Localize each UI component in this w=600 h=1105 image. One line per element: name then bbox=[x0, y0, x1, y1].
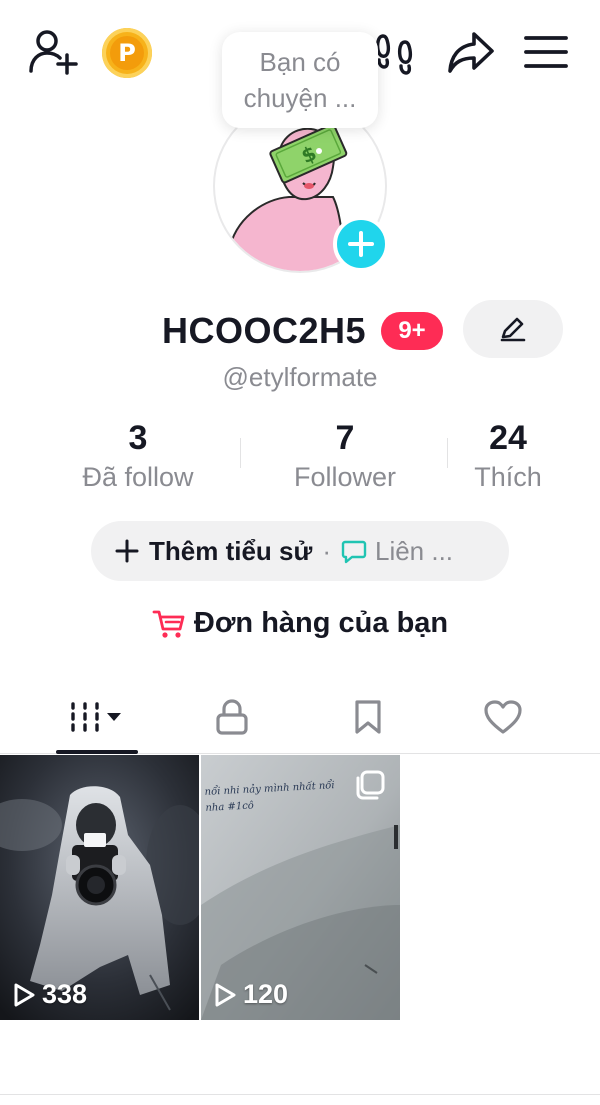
stat-divider bbox=[240, 438, 241, 468]
contact-link-label: Liên ... bbox=[374, 535, 454, 566]
status-bubble[interactable]: Bạn có chuyện ... bbox=[222, 32, 378, 128]
your-orders-label: Đơn hàng của bạn bbox=[193, 607, 449, 639]
share-profile-button[interactable] bbox=[446, 29, 496, 75]
heart-icon bbox=[484, 700, 522, 734]
hamburger-menu-icon bbox=[524, 36, 568, 68]
plus-icon bbox=[115, 539, 139, 563]
grid-icon bbox=[71, 702, 121, 732]
liked-tab[interactable] bbox=[428, 680, 578, 754]
play-icon bbox=[14, 983, 35, 1006]
profile-tabs bbox=[0, 680, 600, 754]
saved-tab[interactable] bbox=[293, 680, 443, 754]
bio-separator: · bbox=[322, 535, 331, 566]
plus-icon bbox=[348, 231, 374, 257]
share-arrow-icon bbox=[448, 32, 494, 73]
display-name: HCOOC2H5 bbox=[162, 310, 367, 351]
active-tab-indicator bbox=[56, 750, 138, 754]
add-bio-button[interactable]: Thêm tiểu sử bbox=[115, 536, 312, 567]
view-count: 120 bbox=[213, 979, 288, 1010]
footprints-icon bbox=[375, 34, 413, 75]
bio-actions-pill: Thêm tiểu sử · Liên ... bbox=[91, 521, 509, 581]
video-thumbnail[interactable]: 338 bbox=[0, 755, 199, 1020]
shopping-cart-icon bbox=[152, 610, 185, 638]
your-orders-link[interactable]: Đơn hàng của bạn bbox=[0, 607, 600, 640]
chevron-down-icon bbox=[107, 713, 121, 721]
coin-icon: P bbox=[110, 36, 144, 70]
person-add-icon bbox=[29, 30, 78, 75]
add-story-button[interactable] bbox=[333, 216, 389, 272]
multi-photo-icon bbox=[356, 770, 385, 800]
view-count: 338 bbox=[12, 979, 87, 1010]
stat-divider bbox=[447, 438, 448, 468]
notification-badge[interactable]: 9+ bbox=[381, 312, 443, 350]
stat-following[interactable]: 3 Đã follow bbox=[60, 418, 216, 496]
add-bio-label: Thêm tiểu sử bbox=[149, 535, 313, 566]
play-icon bbox=[215, 983, 236, 1006]
likes-label: Thích bbox=[474, 462, 542, 492]
following-count: 3 bbox=[128, 419, 148, 457]
username-handle: @etylformate bbox=[222, 362, 378, 392]
menu-button[interactable] bbox=[524, 33, 568, 71]
pencil-icon bbox=[500, 317, 526, 342]
view-count-value: 338 bbox=[42, 979, 88, 1009]
videos-grid-tab[interactable] bbox=[22, 680, 172, 754]
video-thumbnail[interactable]: nổi nhi nảy mình nhất nổi nha #1cô 120 bbox=[201, 755, 400, 1020]
stat-likes[interactable]: 24 Thích bbox=[458, 418, 558, 496]
private-tab[interactable] bbox=[157, 680, 307, 754]
followers-count: 7 bbox=[335, 419, 355, 457]
coin-button[interactable]: P bbox=[102, 28, 152, 78]
contact-link-button[interactable]: Liên ... bbox=[341, 536, 453, 567]
profile-views-button[interactable] bbox=[374, 32, 416, 76]
bubble-line-2: chuyện ... bbox=[243, 83, 357, 113]
stat-followers[interactable]: 7 Follower bbox=[267, 418, 423, 496]
following-label: Đã follow bbox=[82, 462, 194, 492]
view-count-value: 120 bbox=[243, 979, 289, 1009]
message-bubble-icon bbox=[341, 540, 367, 564]
lock-icon bbox=[216, 699, 248, 735]
add-friend-button[interactable] bbox=[26, 27, 80, 77]
bottom-divider bbox=[0, 1094, 600, 1095]
bookmark-icon bbox=[355, 700, 381, 734]
coin-letter: P bbox=[118, 39, 136, 67]
followers-label: Follower bbox=[293, 462, 397, 492]
likes-count: 24 bbox=[489, 419, 527, 457]
bubble-line-1: Bạn có bbox=[259, 47, 341, 77]
edit-profile-button[interactable] bbox=[463, 300, 563, 358]
